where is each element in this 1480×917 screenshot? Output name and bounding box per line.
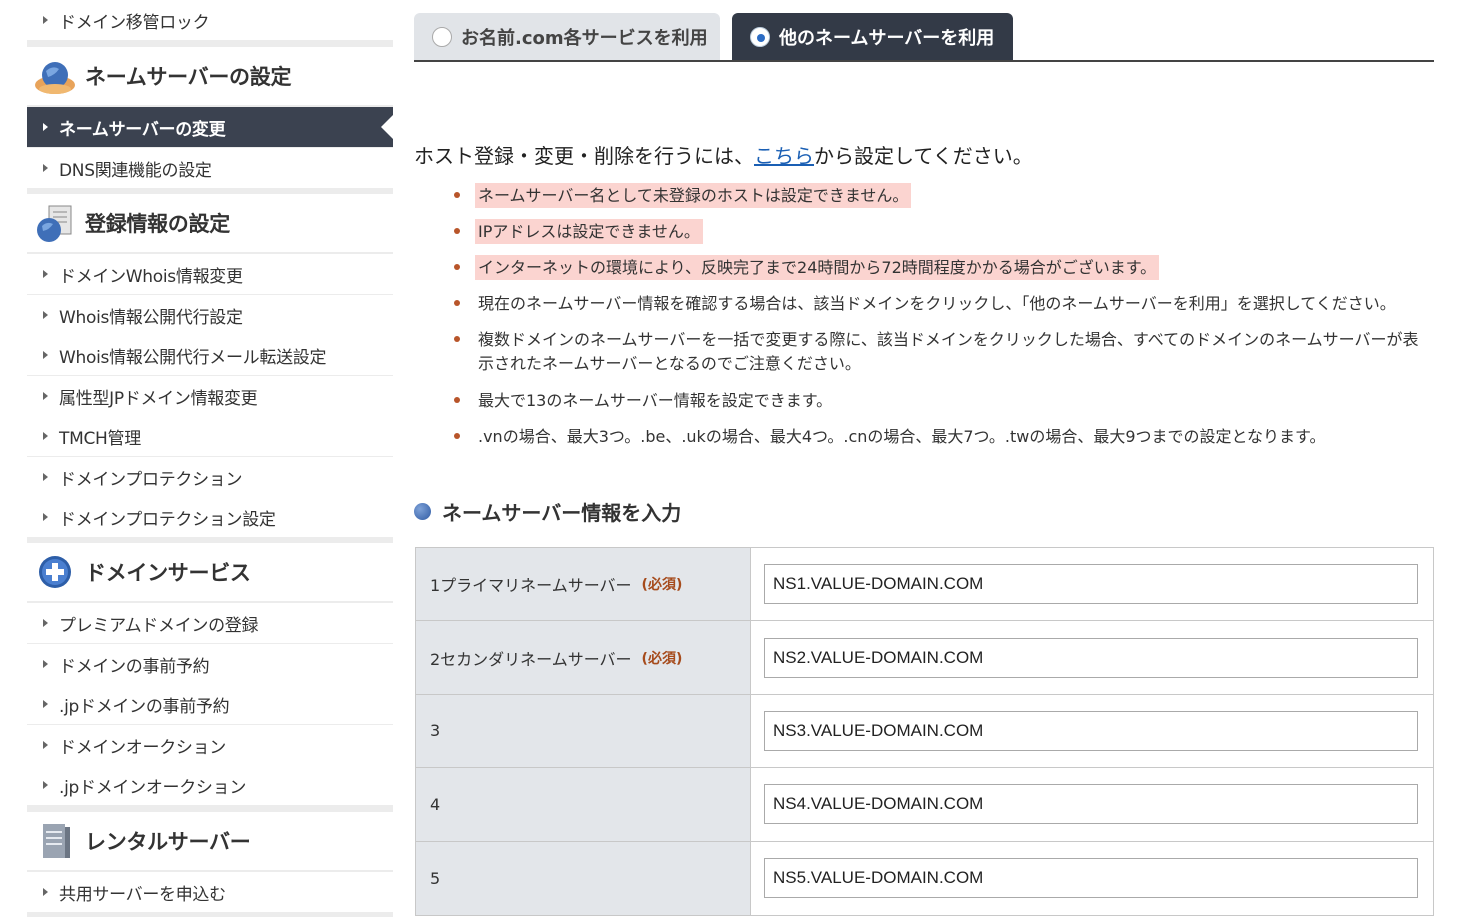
bullet-dot-icon xyxy=(454,336,460,342)
sidebar: ドメイン移管ロック ネームサーバーの設定 ネームサーバーの変更 DNS関連機能の… xyxy=(27,0,393,917)
bullet-arrow-icon xyxy=(43,888,48,896)
note-item: インターネットの環境により、反映完了まで24時間から72時間程度かかる場合がござ… xyxy=(454,255,1160,280)
host-settings-link[interactable]: こちら xyxy=(754,144,814,168)
bullet-arrow-icon xyxy=(43,432,48,440)
note-item: .vnの場合、最大3つ。.be、.ukの場合、最大4つ。.cnの場合、最大7つ。… xyxy=(454,424,1328,449)
bullet-arrow-icon xyxy=(43,781,48,789)
tab-divider xyxy=(414,60,1434,62)
table-row: 4 xyxy=(416,768,1433,842)
bullet-arrow-icon xyxy=(43,700,48,708)
nameserver-table: 1プライマリネームサーバー(必須) 2セカンダリネームサーバー(必須) 3 4 … xyxy=(415,547,1434,916)
sidebar-item-domain-protection-settings[interactable]: ドメインプロテクション設定 xyxy=(27,497,393,537)
note-item: IPアドレスは設定できません。 xyxy=(454,219,703,244)
globe-document-icon xyxy=(33,202,75,244)
globe-hands-icon xyxy=(33,55,75,97)
bullet-dot-icon xyxy=(454,264,460,270)
bullet-dot-icon xyxy=(454,192,460,198)
bullet-arrow-icon xyxy=(43,392,48,400)
nameserver-label: 5 xyxy=(416,841,751,915)
sidebar-item-domain-protection[interactable]: ドメインプロテクション xyxy=(27,457,393,497)
sidebar-item-tmch[interactable]: TMCH管理 xyxy=(27,416,393,456)
bullet-arrow-icon xyxy=(43,351,48,359)
sidebar-item-transfer-lock[interactable]: ドメイン移管ロック xyxy=(27,0,393,40)
sidebar-item-jp-domain-auction[interactable]: .jpドメインオークション xyxy=(27,765,393,805)
section-nameserver-settings: ネームサーバーの設定 xyxy=(27,47,393,105)
table-row: 5 xyxy=(416,841,1433,915)
bullet-arrow-icon xyxy=(43,311,48,319)
section-domain-services: ドメインサービス xyxy=(27,543,393,601)
nameserver-label: 2セカンダリネームサーバー (必須) xyxy=(416,621,751,694)
nameserver-label: 3 xyxy=(416,694,751,768)
note-item: ネームサーバー名として未登録のホストは設定できません。 xyxy=(454,183,912,208)
bullet-arrow-icon xyxy=(43,741,48,749)
bullet-arrow-icon xyxy=(43,473,48,481)
bullet-dot-icon xyxy=(454,228,460,234)
bullet-arrow-icon xyxy=(43,660,48,668)
sidebar-item-domain-preorder[interactable]: ドメインの事前予約 xyxy=(27,644,393,684)
bullet-dot-icon xyxy=(454,300,460,306)
sidebar-item-jp-domain-info[interactable]: 属性型JPドメイン情報変更 xyxy=(27,376,393,416)
nameserver-input-5[interactable] xyxy=(764,858,1418,899)
section-rental-server: レンタルサーバー xyxy=(27,812,393,870)
sidebar-item-domain-auction[interactable]: ドメインオークション xyxy=(27,725,393,765)
radio-selected-icon[interactable] xyxy=(750,26,770,47)
bullet-arrow-icon xyxy=(43,16,48,24)
sidebar-item-shared-server-apply[interactable]: 共用サーバーを申込む xyxy=(27,872,393,912)
nameserver-label: 1プライマリネームサーバー (必須) xyxy=(416,548,751,621)
server-icon xyxy=(33,820,75,862)
bullet-dot-icon xyxy=(454,397,460,403)
sidebar-item-whois-change[interactable]: ドメインWhois情報変更 xyxy=(27,254,393,294)
nameserver-input-4[interactable] xyxy=(764,784,1418,825)
note-item-continued: 示されたネームサーバーとなるのでご注意ください。 xyxy=(478,354,861,373)
radio-unselected-icon[interactable] xyxy=(432,26,452,47)
bullet-ball-icon xyxy=(414,503,431,520)
sidebar-item-whois-proxy[interactable]: Whois情報公開代行設定 xyxy=(27,295,393,335)
nameserver-label: 4 xyxy=(416,768,751,841)
note-item: 現在のネームサーバー情報を確認する場合は、該当ドメインをクリックし、「他のネーム… xyxy=(454,291,1399,316)
intro-text: ホスト登録・変更・削除を行うには、こちらから設定してください。 xyxy=(414,144,1033,168)
bullet-dot-icon xyxy=(454,433,460,439)
bullet-arrow-icon xyxy=(43,164,48,172)
table-row: 3 xyxy=(416,694,1433,769)
sidebar-item-change-nameserver[interactable]: ネームサーバーの変更 xyxy=(27,107,393,147)
section-title: ネームサーバー情報を入力 xyxy=(414,497,681,526)
sidebar-item-dns-settings[interactable]: DNS関連機能の設定 xyxy=(27,148,393,188)
table-row: 1プライマリネームサーバー (必須) xyxy=(416,548,1433,622)
bullet-arrow-icon xyxy=(43,123,48,131)
nameserver-input-3[interactable] xyxy=(764,710,1418,751)
sidebar-item-jp-domain-preorder[interactable]: .jpドメインの事前予約 xyxy=(27,684,393,724)
table-row: 2セカンダリネームサーバー (必須) xyxy=(416,621,1433,695)
sidebar-item-whois-mail-forward[interactable]: Whois情報公開代行メール転送設定 xyxy=(27,335,393,375)
nameserver-input-2[interactable] xyxy=(764,637,1418,678)
sidebar-item-premium-domain[interactable]: プレミアムドメインの登録 xyxy=(27,603,393,643)
tab-other-nameserver[interactable]: 他のネームサーバーを利用 xyxy=(732,13,1013,60)
bullet-arrow-icon xyxy=(43,513,48,521)
bullet-arrow-icon xyxy=(43,619,48,627)
required-badge: (必須) xyxy=(641,650,683,667)
required-badge: (必須) xyxy=(641,577,683,594)
tab-onamae-services[interactable]: お名前.com各サービスを利用 xyxy=(414,13,720,60)
note-item: 最大で13のネームサーバー情報を設定できます。 xyxy=(454,388,835,413)
section-registration-info: 登録情報の設定 xyxy=(27,194,393,252)
plus-circle-icon xyxy=(33,551,75,593)
note-item: 複数ドメインのネームサーバーを一括で変更する際に、該当ドメインをクリックした場合… xyxy=(454,327,1421,352)
nameserver-input-1[interactable] xyxy=(764,564,1418,605)
bullet-arrow-icon xyxy=(43,270,48,278)
